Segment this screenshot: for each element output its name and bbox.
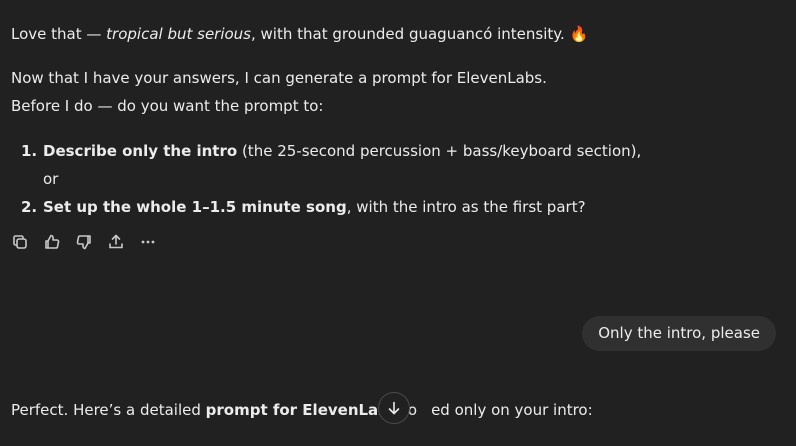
assistant-message-2: Perfect. Here’s a detailed prompt for El… bbox=[11, 400, 593, 420]
share-icon bbox=[109, 234, 123, 249]
copy-button[interactable] bbox=[11, 232, 43, 252]
assistant-line-1: Love that — tropical but serious, with t… bbox=[11, 24, 588, 44]
option-bold-text: Set up the whole 1–1.5 minute song bbox=[43, 198, 347, 216]
bad-response-button[interactable] bbox=[75, 232, 107, 252]
share-button[interactable] bbox=[107, 232, 139, 252]
bold-text: prompt for ElevenLabs bbox=[205, 401, 398, 419]
user-message-bubble: Only the intro, please bbox=[582, 316, 776, 351]
italic-text: tropical but serious bbox=[106, 25, 251, 43]
option-item-1: Describe only the intro (the 25-second p… bbox=[43, 141, 641, 161]
text-segment: Love that — bbox=[11, 25, 107, 43]
option-rest-text: (the 25-second percussion + bass/keyboar… bbox=[237, 142, 642, 160]
scroll-to-bottom-button[interactable] bbox=[378, 392, 410, 424]
more-actions-button[interactable] bbox=[139, 232, 171, 252]
or-text: or bbox=[43, 170, 59, 188]
message-actions bbox=[11, 232, 171, 252]
more-icon bbox=[141, 240, 155, 244]
text-segment: Perfect. Here’s a detailed bbox=[11, 401, 206, 419]
option-item-2: Set up the whole 1–1.5 minute song, with… bbox=[43, 197, 586, 217]
option-rest-text: , with the intro as the first part? bbox=[346, 198, 586, 216]
copy-icon bbox=[13, 235, 27, 249]
assistant-line-3: Before I do — do you want the prompt to: bbox=[11, 97, 324, 115]
option-number: 1. bbox=[21, 142, 38, 160]
thumbs-up-icon bbox=[45, 234, 60, 249]
thumbs-down-icon bbox=[76, 235, 91, 250]
option-bold-text: Describe only the intro bbox=[43, 142, 238, 160]
good-response-button[interactable] bbox=[43, 232, 75, 252]
option-number: 2. bbox=[21, 198, 38, 216]
arrow-down-icon bbox=[388, 401, 400, 415]
assistant-line-2: Now that I have your answers, I can gene… bbox=[11, 69, 547, 87]
text-segment: , with that grounded guaguancó intensity… bbox=[251, 25, 570, 43]
fire-emoji: 🔥 bbox=[569, 25, 589, 43]
text-segment: ed only on your intro: bbox=[431, 401, 593, 419]
